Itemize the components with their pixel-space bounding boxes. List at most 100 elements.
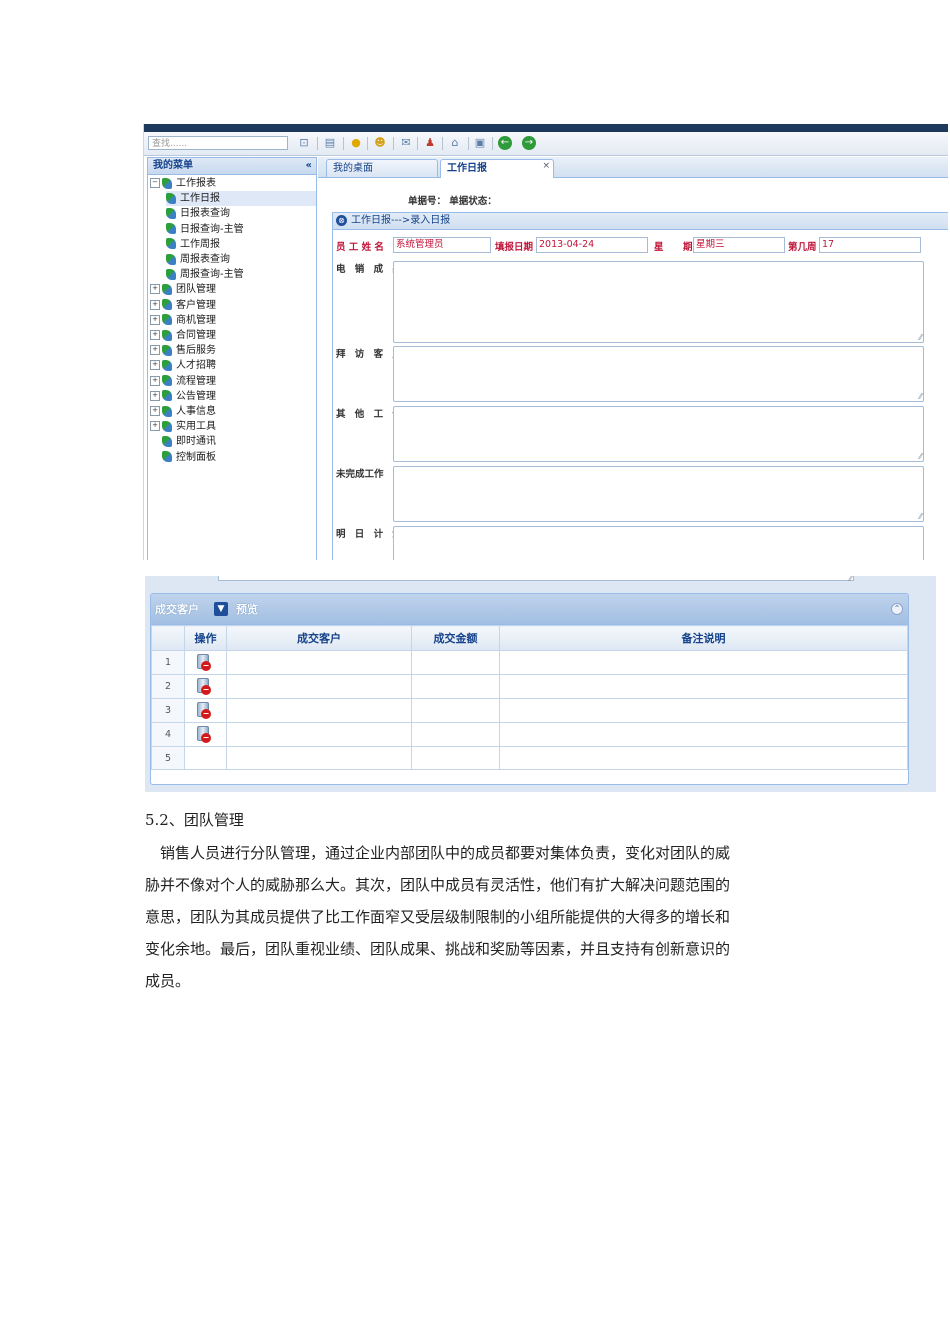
resize-grip-icon[interactable]: ⁄⁄ [919,334,922,342]
expand-node-icon[interactable]: + [150,406,160,416]
save-icon[interactable]: ▣ [472,135,488,151]
other-work-textarea[interactable]: ⁄⁄ [393,406,924,462]
sidebar-item-label: 工作周报 [180,238,220,250]
resize-grip-icon[interactable]: ⁄⁄ [849,576,852,583]
date-field[interactable]: 2013-04-24 [536,237,648,253]
column-header[interactable]: 操作 [184,625,227,651]
sidebar-item[interactable]: − 工作报表 [150,176,316,191]
delete-row-icon[interactable]: − [196,725,211,743]
sidebar-item[interactable]: 工作日报 [166,191,316,207]
table-row[interactable]: 4− [151,722,908,747]
expand-node-icon[interactable]: + [150,330,160,340]
toolbar-separator [317,137,318,150]
sidebar-item[interactable]: 周报表查询 [166,252,316,267]
users-icon[interactable]: ☻ [372,135,388,151]
amount-cell[interactable] [411,698,500,723]
customer-cell[interactable] [226,650,412,675]
week-field[interactable]: 17 [819,237,921,253]
phone-results-textarea[interactable]: ⁄⁄ [393,261,924,343]
expand-node-icon[interactable]: + [150,360,160,371]
close-tab-icon[interactable]: × [542,157,550,175]
sidebar-item[interactable]: 控制面板 [150,450,316,465]
expand-node-icon[interactable]: + [150,345,160,356]
back-arrow-icon[interactable]: ← [498,136,512,150]
toolbar-separator [393,137,394,150]
mail-icon[interactable]: ✉ [398,135,414,151]
expand-node-icon[interactable]: + [150,314,160,325]
forward-arrow-icon[interactable]: → [522,136,536,150]
user-transfer-icon[interactable]: ♟ [422,135,438,151]
expand-node-icon[interactable]: + [150,299,160,310]
sidebar-item[interactable]: 日报表查询 [166,206,316,221]
visit-customers-textarea[interactable]: ⁄⁄ [393,346,924,402]
sidebar-item[interactable]: + 客户管理 [150,298,316,313]
expand-node-icon[interactable]: + [150,421,160,432]
sidebar-item[interactable]: 日报查询-主管 [166,222,316,237]
delete-row-icon[interactable]: − [196,653,211,671]
expand-node-icon[interactable]: + [150,375,160,386]
sidebar-item[interactable]: + 售后服务 [150,343,316,358]
remark-cell[interactable] [499,722,908,747]
org-chart-icon[interactable]: ⌂ [447,135,463,151]
amount-cell[interactable] [411,746,500,770]
sidebar-item-label: 人事信息 [176,406,216,417]
menu-leaf-icon [162,283,172,295]
collapse-node-icon[interactable]: − [150,178,160,188]
preview-button[interactable]: 预览 [236,601,258,617]
collapse-grid-icon[interactable]: ⌃ [891,603,903,615]
weekday-field[interactable]: 星期三 [693,237,785,253]
expand-node-icon[interactable]: + [150,284,160,295]
collapse-sidebar-icon[interactable]: « [306,158,312,174]
sidebar-item[interactable]: + 人事信息 [150,404,316,419]
sidebar-item[interactable]: 周报查询-主管 [166,267,316,282]
search-go-icon[interactable]: ⊡ [296,135,312,151]
column-header[interactable]: 备注说明 [499,625,908,651]
resize-grip-icon[interactable]: ⁄⁄ [919,513,922,521]
dropdown-arrow-icon[interactable]: ▼ [214,602,228,616]
remark-cell[interactable] [499,674,908,699]
amount-cell[interactable] [411,674,500,699]
sidebar-item[interactable]: + 合同管理 [150,328,316,343]
row-number-header [151,625,185,651]
lightbulb-icon[interactable]: ● [348,135,364,151]
amount-cell[interactable] [411,650,500,675]
delete-row-icon[interactable]: − [196,701,211,719]
amount-cell[interactable] [411,722,500,747]
customer-cell[interactable] [226,674,412,699]
sidebar-item[interactable]: + 团队管理 [150,282,316,297]
tomorrow-plan-textarea-bottom[interactable]: ⁄⁄ [218,576,854,583]
week-label: 第几周 [788,242,817,253]
sidebar-item[interactable]: + 人才招聘 [150,358,316,373]
sidebar-item[interactable]: + 公告管理 [150,389,316,404]
employee-field[interactable]: 系统管理员 [393,237,491,253]
resize-grip-icon[interactable]: ⁄⁄ [919,453,922,461]
delete-row-icon[interactable]: − [196,677,211,695]
customer-cell[interactable] [226,698,412,723]
unfinished-work-textarea[interactable]: ⁄⁄ [393,466,924,522]
tab-my-desktop[interactable]: 我的桌面 [326,159,438,177]
tab-daily-report[interactable]: 工作日报 × [440,159,554,178]
column-header[interactable]: 成交金额 [411,625,500,651]
resize-grip-icon[interactable]: ⁄⁄ [919,393,922,401]
customer-cell[interactable] [226,746,412,770]
sidebar-item[interactable]: + 商机管理 [150,313,316,328]
form-title: 工作日报--->录入日报 [351,215,451,226]
search-input[interactable]: 查找...... [148,136,288,150]
sidebar-item[interactable]: 工作周报 [166,237,316,252]
column-header[interactable]: 成交客户 [226,625,412,651]
expand-node-icon[interactable]: + [150,390,160,401]
remark-cell[interactable] [499,650,908,675]
tomorrow-plan-textarea[interactable] [393,526,924,560]
table-row[interactable]: 5 [151,746,908,770]
document-icon[interactable]: ▤ [322,135,338,151]
sidebar-item[interactable]: + 流程管理 [150,374,316,389]
table-row[interactable]: 2− [151,674,908,699]
collapse-panel-icon[interactable]: ⊗ [336,215,347,226]
table-row[interactable]: 1− [151,650,908,675]
customer-cell[interactable] [226,722,412,747]
remark-cell[interactable] [499,746,908,770]
table-row[interactable]: 3− [151,698,908,723]
sidebar-item[interactable]: + 实用工具 [150,419,316,434]
sidebar-item[interactable]: 即时通讯 [150,434,316,449]
remark-cell[interactable] [499,698,908,723]
